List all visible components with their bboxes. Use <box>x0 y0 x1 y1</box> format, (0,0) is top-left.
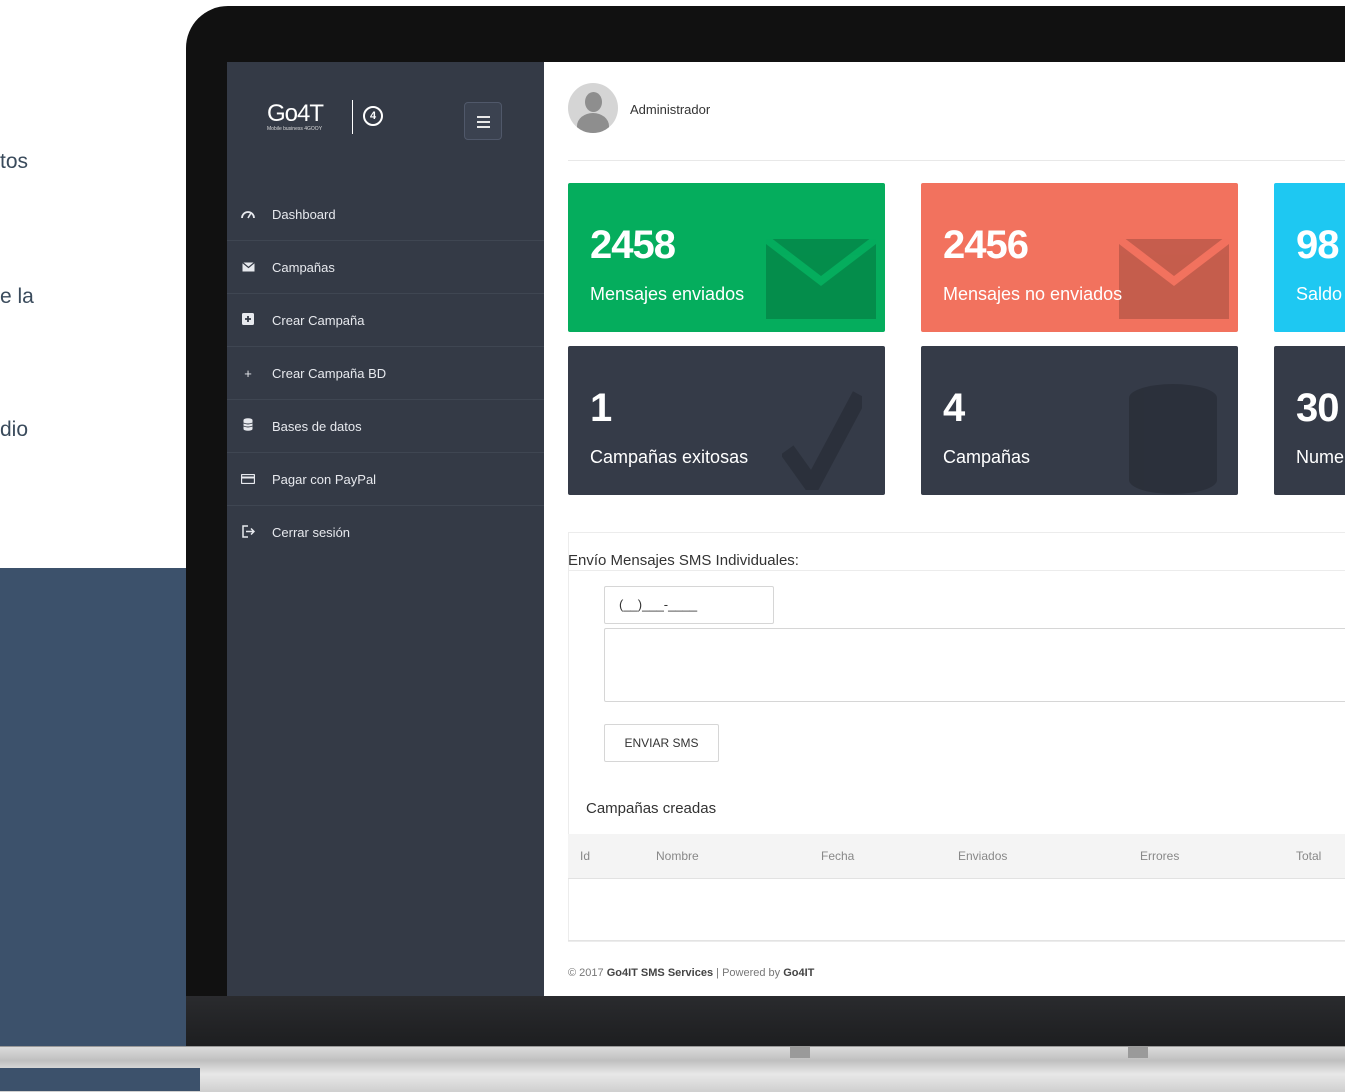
database-icon <box>241 418 255 434</box>
column-header[interactable]: Id <box>580 849 590 863</box>
user-name[interactable]: Administrador <box>630 102 710 117</box>
background-text-1: tos <box>0 150 29 173</box>
plus-icon: + <box>244 365 252 381</box>
database-icon <box>1129 384 1217 494</box>
footer-company: Go4IT SMS Services <box>606 967 714 979</box>
stat-card-successful-campaigns: 1 Campañas exitosas <box>568 346 885 495</box>
column-header[interactable]: Fecha <box>821 849 854 863</box>
check-icon <box>782 391 862 490</box>
sidebar-item-create-campaign-db[interactable]: + Crear Campaña BD <box>227 347 544 400</box>
sidebar-item-dashboard[interactable]: Dashboard <box>227 188 544 241</box>
stat-label: Campañas <box>943 447 1031 467</box>
stat-card-campaigns: 4 Campañas <box>921 346 1238 495</box>
column-header[interactable]: Enviados <box>958 849 1007 863</box>
panel-divider <box>568 570 1345 571</box>
envelope-icon <box>766 239 876 319</box>
sidebar-item-label: Cerrar sesión <box>272 525 351 540</box>
column-header[interactable]: Errores <box>1140 849 1179 863</box>
sidebar-item-paypal[interactable]: Pagar con PayPal <box>227 453 544 506</box>
sidebar-item-label: Crear Campaña BD <box>272 365 387 381</box>
sidebar-item-label: Crear Campaña <box>272 312 365 328</box>
sms-panel-title: Envío Mensajes SMS Individuales: <box>568 552 799 569</box>
campaigns-title: Campañas creadas <box>586 800 717 817</box>
stat-label: Campañas exitosas <box>590 447 749 467</box>
laptop-hinge-left <box>790 1046 810 1058</box>
sidebar-item-campaigns[interactable]: Campañas <box>227 241 544 294</box>
column-header[interactable]: Total <box>1296 849 1321 863</box>
logo[interactable]: Go4T Mobile business 4GOOY <box>267 100 324 132</box>
background-panel-bottom <box>0 1068 200 1091</box>
stat-card-sent: 2458 Mensajes enviados <box>568 183 885 332</box>
laptop-hinge-right <box>1128 1046 1148 1058</box>
stat-card-numbers: 30 Nume <box>1274 346 1345 495</box>
envelope-icon <box>241 260 255 275</box>
credit-card-icon <box>240 472 256 487</box>
sidebar-item-label: Pagar con PayPal <box>272 471 377 487</box>
sidebar-nav: Dashboard Campañas Crear Campaña + Crear… <box>227 188 544 559</box>
logo-text: Go4T <box>267 100 324 127</box>
background-text-2: e la <box>0 285 34 308</box>
campaigns-table-header: Id Nombre Fecha Enviados Errores Total <box>568 834 1345 879</box>
hamburger-icon[interactable] <box>464 102 502 140</box>
sidebar-item-databases[interactable]: Bases de datos <box>227 400 544 453</box>
phone-input[interactable]: (__)___-____ <box>604 586 774 624</box>
sidebar-item-create-campaign[interactable]: Crear Campaña <box>227 294 544 347</box>
stat-value: 1 <box>590 386 612 430</box>
sidebar-item-label: Dashboard <box>272 206 336 222</box>
main-content: Administrador 2458 Mensajes enviados 245… <box>544 62 1345 996</box>
sidebar: Go4T Mobile business 4GOOY 4 Dashboard C… <box>227 62 544 996</box>
envelope-icon <box>1119 239 1229 319</box>
stat-label: Mensajes enviados <box>590 284 745 304</box>
footer: © 2017 Go4IT SMS Services | Powered by G… <box>568 967 814 979</box>
stat-card-balance: 98 Saldo <box>1274 183 1345 332</box>
stat-value: 2456 <box>943 223 1029 267</box>
avatar[interactable] <box>568 83 618 133</box>
footer-powered: | Powered by <box>716 967 781 979</box>
stat-label: Mensajes no enviados <box>943 284 1123 304</box>
stat-value: 98 <box>1296 223 1339 267</box>
sign-out-icon <box>241 524 255 541</box>
logo-subtitle: Mobile business 4GOOY <box>267 126 323 132</box>
screen: Go4T Mobile business 4GOOY 4 Dashboard C… <box>227 62 1345 996</box>
background-text-3: dio <box>0 418 29 441</box>
stat-value: 4 <box>943 386 965 430</box>
send-sms-button[interactable]: ENVIAR SMS <box>604 724 719 762</box>
header-divider <box>568 160 1345 161</box>
logo-separator <box>352 100 353 134</box>
footer-brand[interactable]: Go4IT <box>783 967 814 979</box>
message-textarea[interactable] <box>604 628 1345 702</box>
globe-icon: 4 <box>363 106 383 126</box>
sidebar-item-label: Campañas <box>272 259 335 275</box>
stat-card-not-sent: 2456 Mensajes no enviados <box>921 183 1238 332</box>
stat-label: Nume <box>1296 447 1345 467</box>
footer-copyright: © 2017 <box>568 967 604 979</box>
laptop-bezel <box>186 996 1345 1046</box>
stat-value: 30 <box>1296 386 1339 430</box>
plus-square-icon <box>241 312 255 328</box>
sidebar-item-label: Bases de datos <box>272 418 362 434</box>
stat-value: 2458 <box>590 223 676 267</box>
sidebar-item-logout[interactable]: Cerrar sesión <box>227 506 544 559</box>
column-header[interactable]: Nombre <box>656 849 699 863</box>
dashboard-icon <box>241 207 255 222</box>
stat-label: Saldo <box>1296 284 1343 304</box>
footer-divider <box>568 940 1345 941</box>
